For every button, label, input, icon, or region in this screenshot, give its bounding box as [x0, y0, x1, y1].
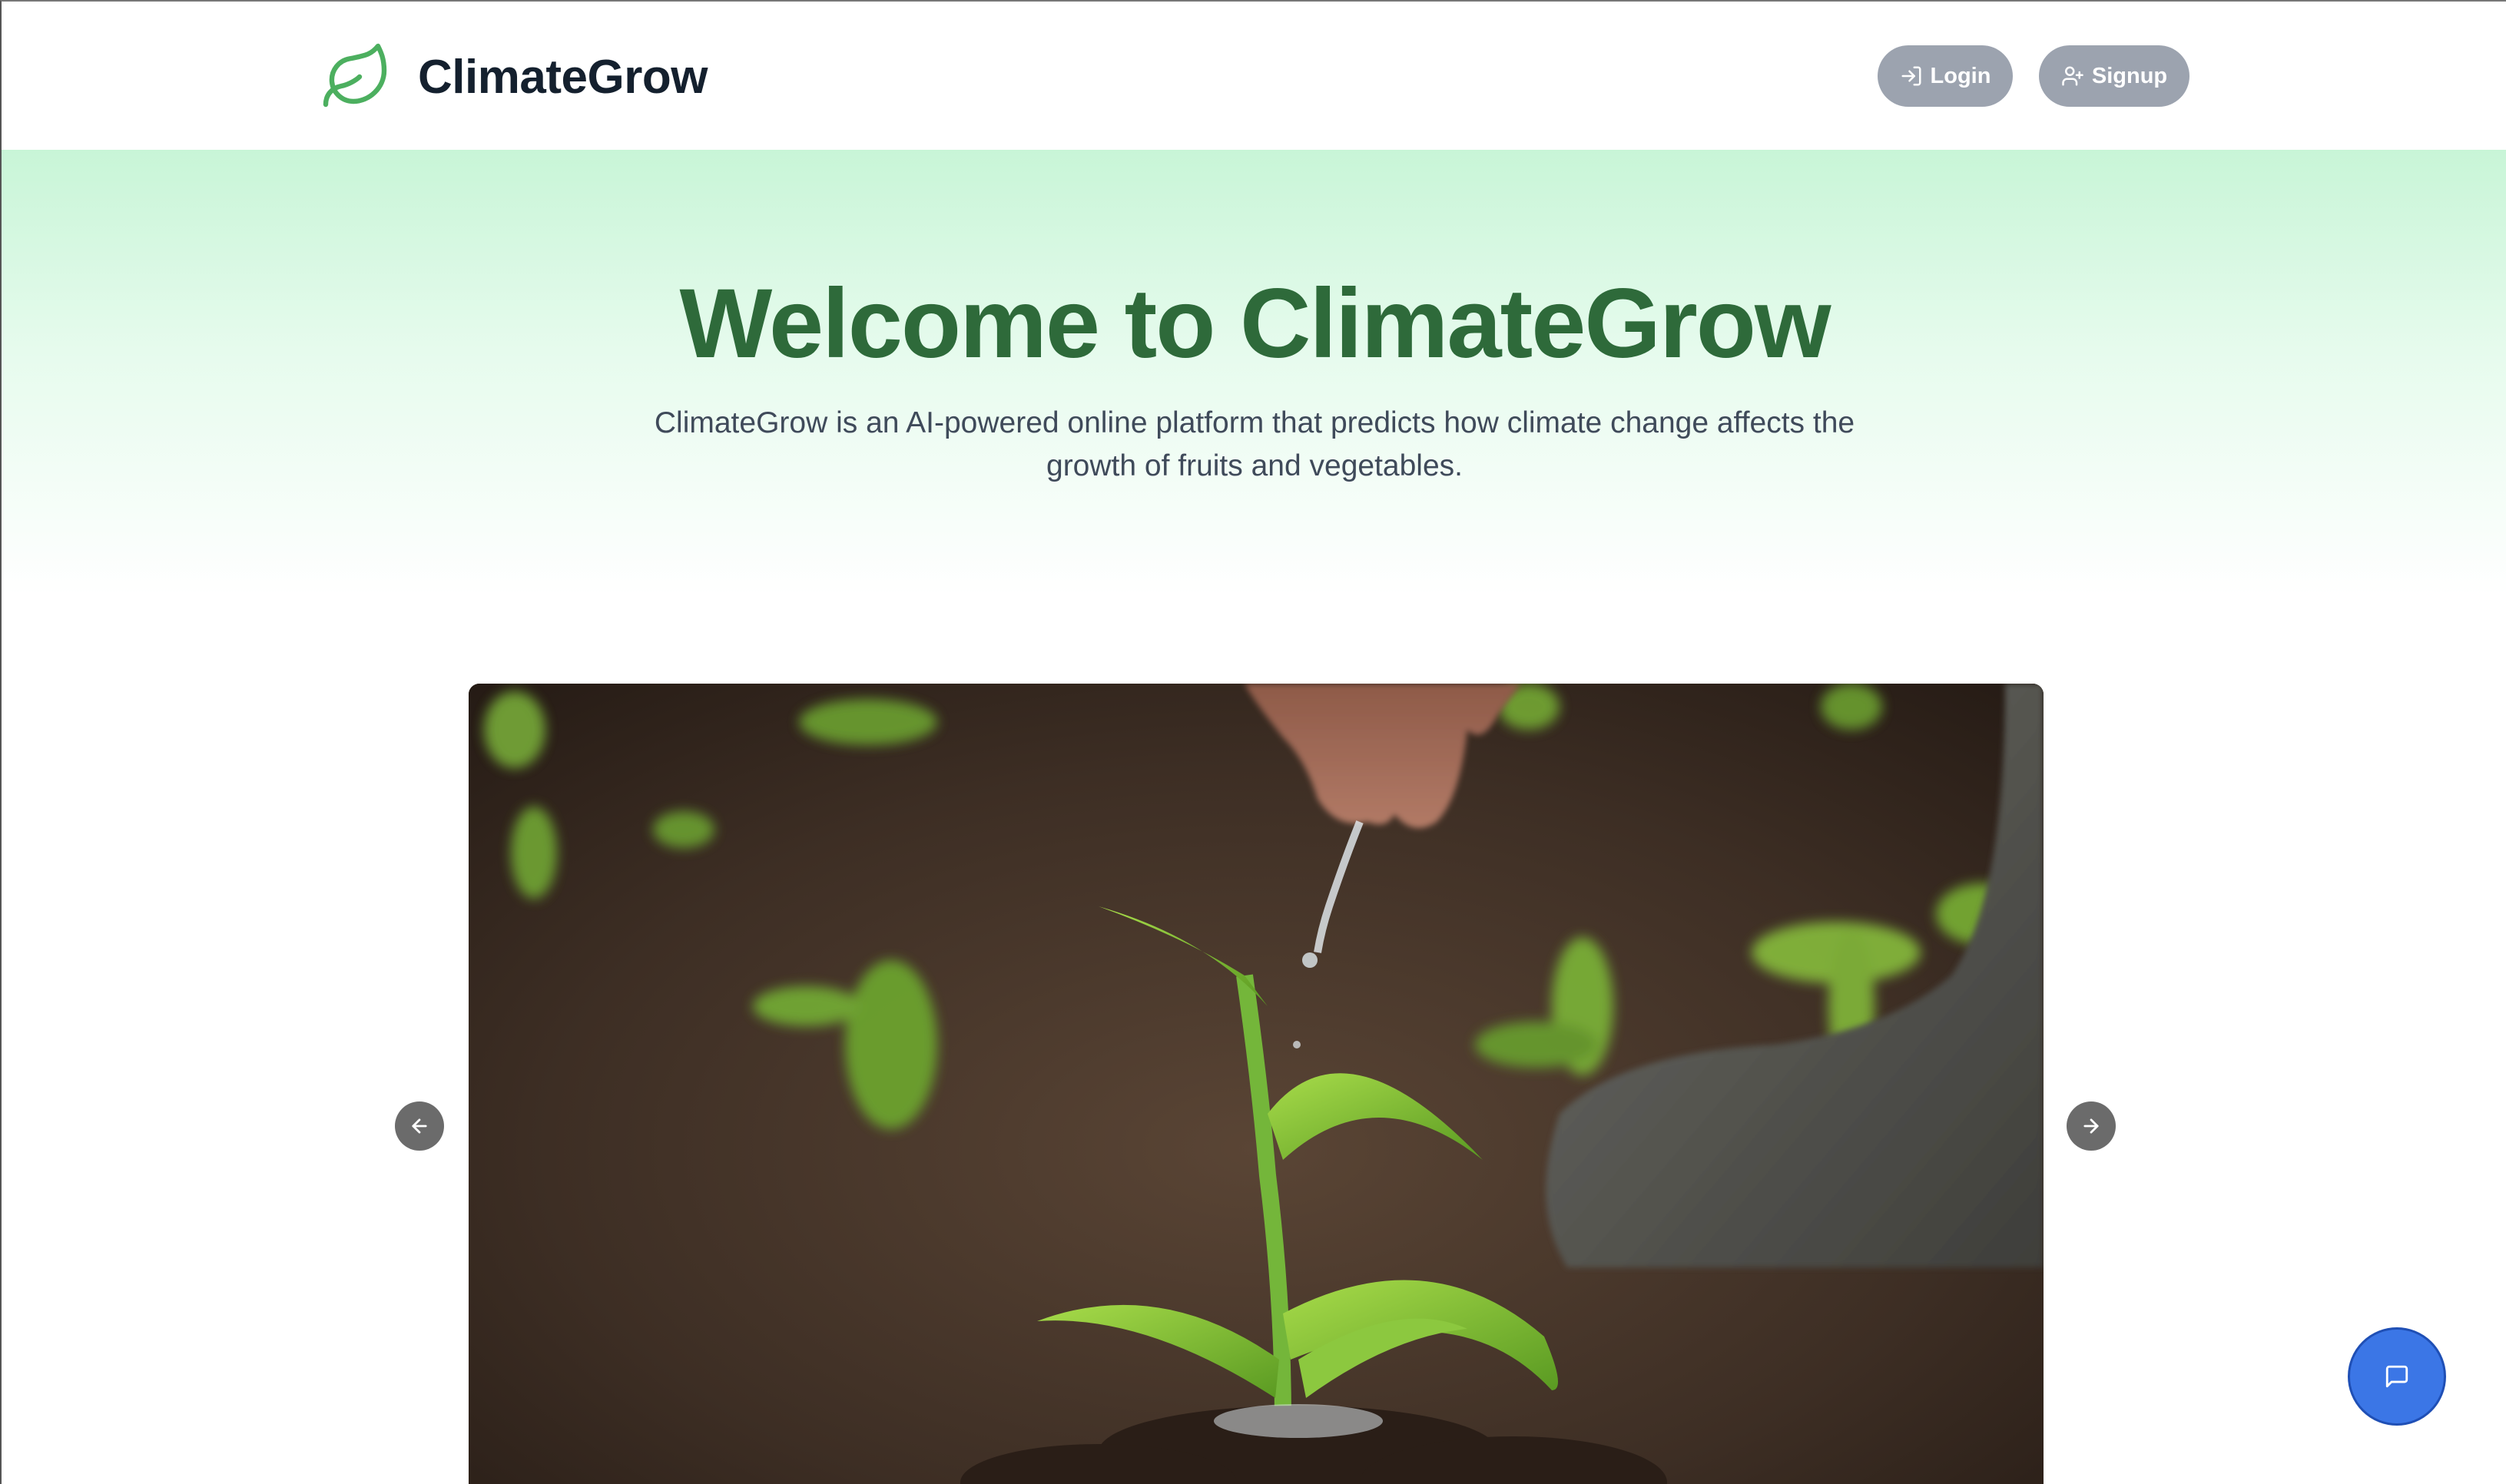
- hero-subtitle: ClimateGrow is an AI-powered online plat…: [654, 406, 1855, 482]
- carousel-image: [469, 684, 2044, 1484]
- user-plus-icon: [2062, 66, 2083, 86]
- carousel-next-button[interactable]: [2067, 1101, 2116, 1151]
- chat-bubble-icon: [2385, 1365, 2408, 1388]
- arrow-right-icon: [2083, 1118, 2099, 1134]
- brand[interactable]: ClimateGrow: [320, 38, 708, 115]
- chat-button[interactable]: [2348, 1327, 2446, 1426]
- hero-title: Welcome to ClimateGrow: [679, 269, 1831, 379]
- login-button[interactable]: Login: [1878, 45, 2013, 107]
- seedling-illustration: [469, 684, 2044, 1484]
- arrow-left-icon: [412, 1118, 427, 1134]
- page: ClimateGrow Login Signup Welcome to Clim…: [0, 0, 2506, 1484]
- login-label: Login: [1930, 63, 1991, 88]
- site-header: ClimateGrow Login Signup: [2, 2, 2506, 150]
- carousel-prev-button[interactable]: [395, 1101, 444, 1151]
- leaf-icon: [323, 43, 387, 108]
- log-in-icon: [1901, 66, 1921, 86]
- signup-label: Signup: [2091, 63, 2168, 88]
- hero-section: Welcome to ClimateGrow ClimateGrow is an…: [2, 150, 2506, 595]
- brand-name: ClimateGrow: [418, 50, 708, 104]
- signup-button[interactable]: Signup: [2039, 45, 2189, 107]
